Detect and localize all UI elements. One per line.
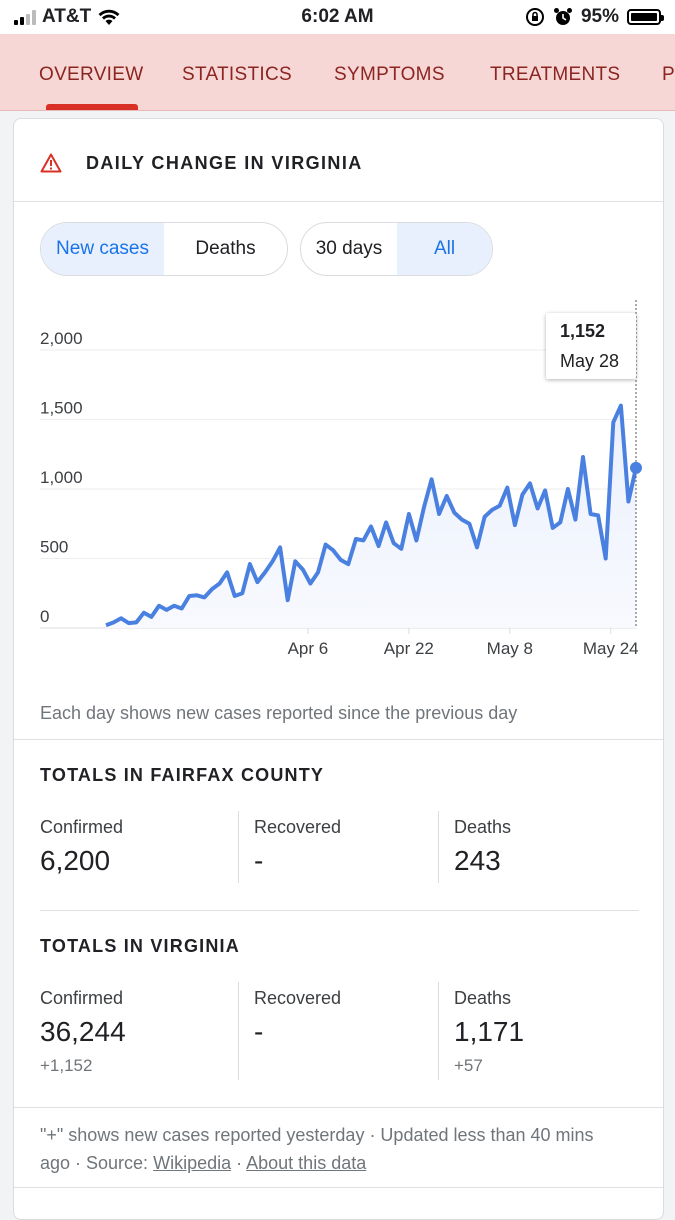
chart-note: Each day shows new cases reported since … [40, 703, 518, 723]
virginia-deaths-delta: +57 [454, 1056, 483, 1075]
fairfax-confirmed-value: 6,200 [40, 845, 111, 876]
x-tick-label: May 8 [487, 639, 533, 658]
status-bar: AT&T 6:02 AM 95% [0, 0, 675, 34]
card-title: DAILY CHANGE IN VIRGINIA [86, 153, 363, 173]
column-divider [238, 811, 239, 883]
footer-separator: · [236, 1153, 243, 1173]
column-divider [238, 982, 239, 1080]
series-area [106, 405, 636, 628]
y-tick-label: 0 [40, 607, 49, 626]
divider [14, 739, 663, 740]
x-tick-label: May 24 [583, 639, 639, 658]
virginia-confirmed-delta: +1,152 [40, 1056, 93, 1075]
virginia-recovered-label: Recovered [254, 988, 342, 1008]
30-days-option[interactable]: 30 days [301, 223, 397, 275]
metric-toggle: New cases Deaths [40, 222, 288, 276]
virginia-title: TOTALS IN VIRGINIA [40, 936, 240, 956]
alarm-icon [553, 8, 572, 25]
warning-icon [40, 153, 62, 173]
divider [14, 1187, 663, 1188]
x-tick-label: Apr 22 [384, 639, 434, 658]
fairfax-deaths-label: Deaths [454, 817, 512, 837]
fairfax-recovered-value: - [254, 845, 264, 876]
tab-partial[interactable]: P [662, 64, 675, 86]
wikipedia-link[interactable]: Wikipedia [153, 1153, 231, 1173]
x-tick-label: Apr 6 [288, 639, 329, 658]
divider [14, 1107, 663, 1108]
column-divider [438, 811, 439, 883]
selected-tab-indicator [46, 104, 138, 110]
tab-bar: OVERVIEW STATISTICS SYMPTOMS TREATMENTS … [0, 34, 675, 111]
all-option[interactable]: All [397, 223, 492, 275]
new-cases-option[interactable]: New cases [41, 223, 164, 275]
tab-statistics[interactable]: STATISTICS [182, 64, 292, 86]
y-tick-label: 1,000 [40, 468, 83, 487]
fairfax-confirmed-label: Confirmed [40, 817, 124, 837]
column-divider [438, 982, 439, 1080]
about-data-link[interactable]: About this data [246, 1153, 366, 1173]
tab-overview[interactable]: OVERVIEW [39, 64, 143, 86]
tab-symptoms[interactable]: SYMPTOMS [334, 64, 445, 86]
range-toggle: 30 days All [300, 222, 493, 276]
fairfax-recovered-label: Recovered [254, 817, 342, 837]
virginia-deaths-label: Deaths [454, 988, 512, 1008]
rotation-lock-icon [525, 8, 544, 26]
virginia-confirmed-label: Confirmed [40, 988, 124, 1008]
selected-point[interactable] [630, 461, 642, 474]
deaths-option[interactable]: Deaths [164, 223, 287, 275]
divider [14, 201, 663, 202]
y-tick-label: 2,000 [40, 329, 83, 348]
y-tick-label: 500 [40, 538, 68, 557]
tooltip-value: 1,152 [560, 321, 606, 341]
chart-tooltip: 1,152 May 28 [546, 313, 636, 379]
status-right: 95% [525, 6, 664, 28]
battery-percent: 95% [580, 6, 619, 27]
virginia-deaths-value: 1,171 [454, 1016, 525, 1047]
y-tick-label: 1,500 [40, 399, 83, 418]
fairfax-title: TOTALS IN FAIRFAX COUNTY [40, 765, 325, 785]
tab-treatments[interactable]: TREATMENTS [490, 64, 620, 86]
battery-icon [627, 9, 664, 25]
divider [40, 910, 639, 911]
fairfax-deaths-value: 243 [454, 845, 501, 876]
footer-note: "+" shows new cases reported yesterday ·… [40, 1121, 620, 1177]
virginia-recovered-value: - [254, 1016, 264, 1047]
tooltip-date: May 28 [560, 351, 620, 371]
stats-card: DAILY CHANGE IN VIRGINIA New cases Death… [13, 118, 664, 1220]
virginia-confirmed-value: 36,244 [40, 1016, 126, 1047]
